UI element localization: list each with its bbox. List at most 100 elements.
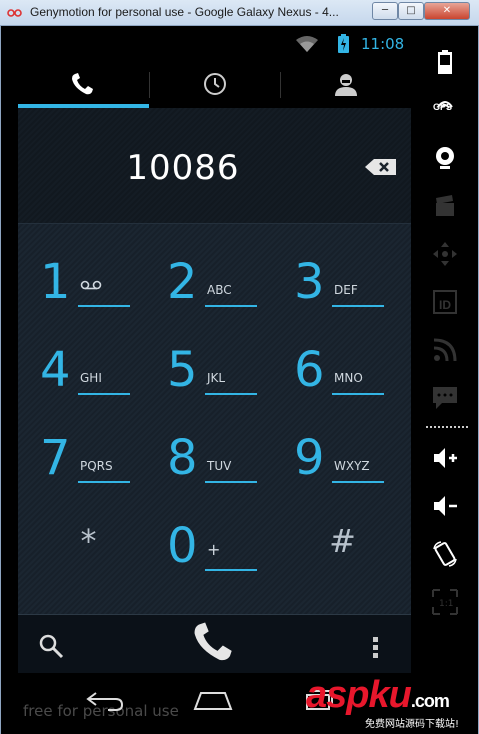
network-widget-button[interactable]	[420, 330, 469, 370]
dialed-number[interactable]: 10086	[18, 148, 348, 188]
minimize-button[interactable]: ─	[372, 2, 398, 20]
remote-control-widget-button[interactable]	[420, 234, 469, 274]
key-underline	[332, 305, 384, 307]
key-digit: 9	[294, 430, 325, 486]
dialpad: 10086 1 2 ABC 3 DEF 4 GHI 5 JKL 6 MNO 7 …	[18, 108, 411, 673]
gps-widget-button[interactable]: GPS	[420, 90, 469, 130]
brand-name: aspku	[306, 674, 412, 716]
maximize-button[interactable]: □	[398, 2, 424, 20]
status-time: 11:08	[361, 35, 405, 53]
key-digit: 7	[40, 430, 71, 486]
id-label: ID	[439, 298, 451, 312]
rotate-button[interactable]	[420, 534, 469, 574]
key-8[interactable]: 8 TUV	[145, 414, 270, 499]
key-letters: ABC	[207, 283, 232, 297]
key-letters: +	[207, 540, 221, 559]
key-7[interactable]: 7 PQRS	[18, 414, 143, 499]
key-6[interactable]: 6 MNO	[272, 326, 397, 411]
key-digit: 8	[167, 430, 198, 486]
key-digit: 6	[294, 342, 325, 398]
back-icon[interactable]	[86, 689, 124, 713]
key-underline	[78, 305, 130, 307]
genymotion-sidebar: GPS ID 1:1	[420, 26, 479, 734]
call-button-icon[interactable]	[191, 619, 237, 665]
key-3[interactable]: 3 DEF	[272, 238, 397, 323]
backspace-icon[interactable]	[364, 158, 398, 176]
clock-icon	[204, 73, 226, 95]
volume-down-button[interactable]	[420, 486, 469, 526]
scale-1-1-icon: 1:1	[432, 589, 458, 615]
phone-screen: 11:08 10086 1 2 ABC 3 DEF 4 GHI 5 JKL 6 …	[0, 26, 420, 734]
key-underline	[332, 393, 384, 395]
battery-icon	[438, 50, 452, 74]
key-symbol: *	[80, 522, 97, 560]
key-digit: 1	[40, 254, 71, 310]
call-action-bar	[18, 614, 411, 673]
key-9[interactable]: 9 WXYZ	[272, 414, 397, 499]
key-0[interactable]: 0 +	[145, 502, 270, 587]
pixel-perfect-button[interactable]: 1:1	[420, 582, 469, 622]
key-underline	[78, 393, 130, 395]
person-icon	[335, 74, 357, 96]
key-letters: JKL	[207, 371, 226, 385]
camera-widget-button[interactable]	[420, 138, 469, 178]
key-digit: 4	[40, 342, 71, 398]
close-button[interactable]: ✕	[424, 2, 470, 20]
webcam-icon	[436, 147, 454, 169]
key-letters: DEF	[334, 283, 358, 297]
key-letters: PQRS	[80, 459, 113, 473]
key-underline	[205, 305, 257, 307]
key-1[interactable]: 1	[18, 238, 143, 323]
gps-label: GPS	[433, 102, 453, 112]
key-letters: GHI	[80, 371, 102, 385]
window-titlebar: Genymotion for personal use - Google Gal…	[0, 0, 479, 26]
key-hash[interactable]: #	[280, 502, 405, 587]
digits-display: 10086	[18, 108, 411, 224]
window-title: Genymotion for personal use - Google Gal…	[30, 5, 339, 19]
aspku-logo: aspku.com	[306, 674, 450, 717]
wifi-icon	[296, 36, 318, 52]
rotate-icon	[433, 541, 457, 567]
volume-up-button[interactable]	[420, 438, 469, 478]
key-letters: MNO	[334, 371, 363, 385]
screencast-widget-button[interactable]	[420, 186, 469, 226]
sms-widget-button[interactable]	[420, 378, 469, 418]
brand-tld: .com	[410, 691, 450, 711]
rss-signal-icon	[433, 338, 457, 362]
home-icon[interactable]	[193, 689, 233, 713]
sidebar-divider	[426, 426, 470, 428]
key-underline	[332, 481, 384, 483]
key-digit: 2	[167, 254, 198, 310]
key-4[interactable]: 4 GHI	[18, 326, 143, 411]
chat-bubble-icon	[433, 387, 457, 409]
key-digit: 5	[167, 342, 198, 398]
phone-icon	[72, 73, 93, 95]
key-underline	[205, 569, 257, 571]
tab-contacts[interactable]	[280, 60, 411, 108]
genymotion-app-icon	[7, 9, 22, 17]
key-star[interactable]: *	[26, 502, 151, 587]
battery-charging-icon	[338, 34, 349, 53]
key-2[interactable]: 2 ABC	[145, 238, 270, 323]
svg-text:1:1: 1:1	[439, 599, 453, 609]
key-underline	[78, 481, 130, 483]
dpad-icon	[433, 242, 457, 266]
voicemail-icon	[80, 280, 102, 290]
volume-up-icon	[434, 448, 457, 468]
battery-widget-button[interactable]	[420, 42, 469, 82]
overflow-menu-icon[interactable]	[373, 637, 379, 659]
search-icon[interactable]	[38, 633, 64, 659]
key-letters: WXYZ	[334, 459, 370, 473]
key-5[interactable]: 5 JKL	[145, 326, 270, 411]
key-underline	[205, 481, 257, 483]
clapperboard-icon	[436, 195, 454, 216]
key-digit: 3	[294, 254, 325, 310]
tab-call-log[interactable]	[149, 60, 280, 108]
brand-subtitle: 免费网站源码下载站!	[365, 719, 460, 730]
volume-down-icon	[434, 496, 457, 516]
tab-phone[interactable]	[18, 60, 149, 108]
status-bar: 11:08	[0, 26, 420, 60]
key-letters: TUV	[207, 459, 232, 473]
key-symbol: #	[329, 522, 356, 560]
device-id-widget-button[interactable]: ID	[420, 282, 469, 322]
